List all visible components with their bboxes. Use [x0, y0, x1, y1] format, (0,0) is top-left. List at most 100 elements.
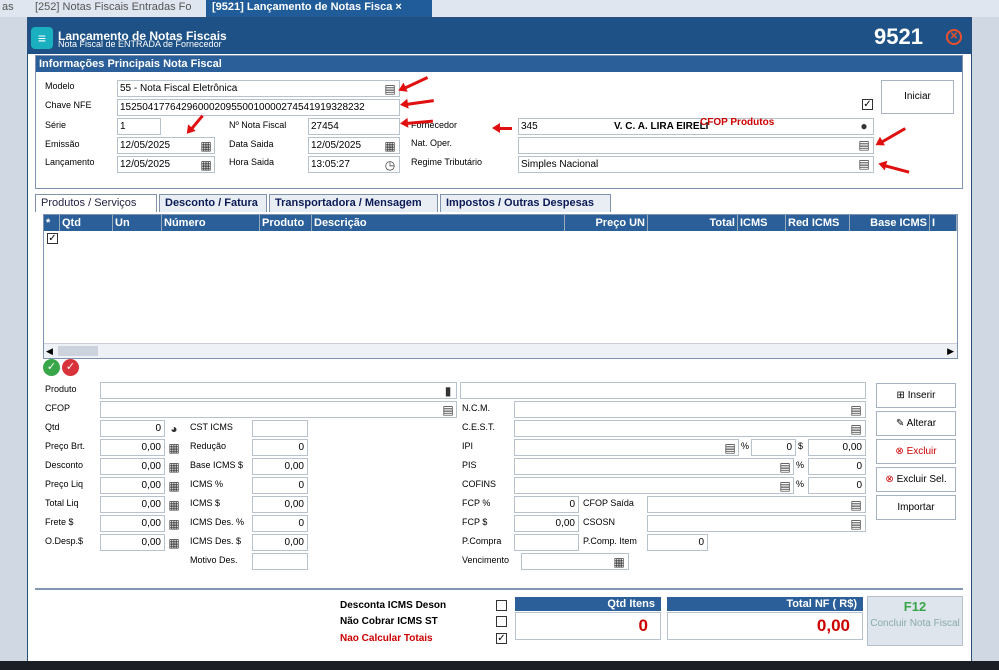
document-list-icon[interactable]: ▤ [857, 157, 871, 171]
icms-val-field[interactable]: 0,00 [252, 496, 308, 513]
qtd-field[interactable]: 0 [100, 420, 165, 437]
calculator-icon[interactable]: ▦ [167, 536, 181, 550]
p-compra-field[interactable] [514, 534, 579, 551]
icms-des-val-field[interactable]: 0,00 [252, 534, 308, 551]
serie-field[interactable]: 1 [117, 118, 161, 135]
col-descricao[interactable]: Descrição [312, 215, 565, 231]
tab-close-icon[interactable]: × [395, 1, 401, 13]
col-total[interactable]: Total [648, 215, 738, 231]
nat-oper-field[interactable] [518, 137, 874, 154]
pis-pct-field[interactable]: 0 [808, 458, 866, 475]
tab-lancamento[interactable]: [9521] Lançamento de Notas Fisca × [206, 0, 432, 17]
fcp-val-field[interactable]: 0,00 [514, 515, 579, 532]
preco-liq-field[interactable]: 0,00 [100, 477, 165, 494]
col-i[interactable]: I [930, 215, 957, 231]
frete-field[interactable]: 0,00 [100, 515, 165, 532]
preco-brt-field[interactable]: 0,00 [100, 439, 165, 456]
search-list-icon[interactable]: ▤ [849, 422, 863, 436]
calculator-icon[interactable]: ▦ [167, 498, 181, 512]
search-list-icon[interactable]: ▤ [441, 403, 455, 417]
ipi-val-field[interactable]: 0,00 [808, 439, 866, 456]
tab-notas-fiscais-entradas[interactable]: [252] Notas Fiscais Entradas Fo [29, 0, 198, 17]
scroll-thumb[interactable] [58, 346, 98, 356]
alterar-button[interactable]: ✎ Alterar [876, 411, 956, 436]
pie-chart-icon[interactable]: ◕ [167, 422, 181, 436]
col-produto[interactable]: Produto [260, 215, 312, 231]
scroll-left-icon[interactable]: ◀ [46, 346, 53, 357]
fornecedor-field[interactable]: 345 V. C. A. LIRA EIRELI [518, 118, 874, 135]
iniciar-button[interactable]: Iniciar [881, 80, 954, 114]
modelo-field[interactable]: 55 - Nota Fiscal Eletrônica [117, 80, 400, 97]
col-numero[interactable]: Número [162, 215, 260, 231]
search-list-icon[interactable]: ▤ [849, 403, 863, 417]
desconto-field[interactable]: 0,00 [100, 458, 165, 475]
col-un[interactable]: Un [113, 215, 162, 231]
confirm-icon[interactable]: ✓ [43, 359, 60, 376]
cfop-produtos-checkbox[interactable]: ✓ [862, 99, 873, 110]
cst-icms-field[interactable] [252, 420, 308, 437]
col-icms[interactable]: ICMS [738, 215, 786, 231]
regime-field[interactable]: Simples Nacional [518, 156, 874, 173]
calculator-icon[interactable]: ▦ [167, 517, 181, 531]
calendar-icon[interactable]: ▦ [199, 158, 213, 172]
produto-descricao-field[interactable] [460, 382, 866, 399]
col-star[interactable]: * [44, 215, 60, 231]
search-list-icon[interactable]: ▤ [849, 517, 863, 531]
desconta-icms-checkbox[interactable] [496, 600, 507, 611]
row-checkbox[interactable]: ✓ [47, 233, 58, 244]
produto-field[interactable] [100, 382, 457, 399]
chave-nfe-field[interactable]: 1525041776429600020955001000027454191932… [117, 99, 400, 116]
col-red-icms[interactable]: Red ICMS [786, 215, 850, 231]
tab-produtos-servicos[interactable]: Produtos / Serviços [35, 194, 157, 212]
total-liq-field[interactable]: 0,00 [100, 496, 165, 513]
calendar-icon[interactable]: ▦ [199, 139, 213, 153]
document-list-icon[interactable]: ▤ [383, 82, 397, 96]
cancel-icon[interactable]: ✓ [62, 359, 79, 376]
search-list-icon[interactable]: ▤ [857, 138, 871, 152]
scroll-right-icon[interactable]: ▶ [947, 346, 954, 357]
nao-calcular-checkbox[interactable]: ✓ [496, 633, 507, 644]
clock-icon[interactable]: ◷ [383, 158, 397, 172]
nao-cobrar-checkbox[interactable] [496, 616, 507, 627]
search-list-icon[interactable]: ▤ [778, 460, 792, 474]
importar-button[interactable]: Importar [876, 495, 956, 520]
fcp-pct-field[interactable]: 0 [514, 496, 579, 513]
ipi-field[interactable] [514, 439, 739, 456]
icms-pct-field[interactable]: 0 [252, 477, 308, 494]
search-list-icon[interactable]: ▤ [849, 498, 863, 512]
csosn-field[interactable] [647, 515, 866, 532]
col-qtd[interactable]: Qtd [60, 215, 113, 231]
tab-impostos-outras-despesas[interactable]: Impostos / Outras Despesas [440, 194, 611, 212]
barcode-icon[interactable]: ▮ [441, 384, 455, 398]
cest-field[interactable] [514, 420, 866, 437]
tab-previous[interactable]: as [0, 0, 20, 17]
inserir-button[interactable]: ⊞ Inserir [876, 383, 956, 408]
concluir-button[interactable]: F12 Concluir Nota Fiscal [867, 596, 963, 646]
excluir-sel-button[interactable]: ⊗ Excluir Sel. [876, 467, 956, 492]
cofins-field[interactable] [514, 477, 794, 494]
excluir-button[interactable]: ⊗ Excluir [876, 439, 956, 464]
cofins-pct-field[interactable]: 0 [808, 477, 866, 494]
odesp-field[interactable]: 0,00 [100, 534, 165, 551]
icms-des-pct-field[interactable]: 0 [252, 515, 308, 532]
numero-nota-field[interactable]: 27454 [308, 118, 400, 135]
ipi-pct-field[interactable]: 0 [751, 439, 796, 456]
reducao-field[interactable]: 0 [252, 439, 308, 456]
user-icon[interactable]: ● [857, 119, 871, 133]
calculator-icon[interactable]: ▦ [167, 441, 181, 455]
col-preco-un[interactable]: Preço UN [565, 215, 648, 231]
tab-transportadora-mensagem[interactable]: Transportadora / Mensagem [269, 194, 438, 212]
horizontal-scrollbar[interactable]: ◀ ▶ [44, 343, 957, 358]
ncm-field[interactable] [514, 401, 866, 418]
pis-field[interactable] [514, 458, 794, 475]
search-list-icon[interactable]: ▤ [723, 441, 737, 455]
cfop-saida-field[interactable] [647, 496, 866, 513]
tab-desconto-fatura[interactable]: Desconto / Fatura [159, 194, 267, 212]
search-list-icon[interactable]: ▤ [778, 479, 792, 493]
calculator-icon[interactable]: ▦ [167, 479, 181, 493]
base-icms-field[interactable]: 0,00 [252, 458, 308, 475]
col-base-icms[interactable]: Base ICMS [850, 215, 930, 231]
calculator-icon[interactable]: ▦ [167, 460, 181, 474]
calendar-icon[interactable]: ▦ [383, 139, 397, 153]
close-icon[interactable]: ✕ [946, 29, 962, 45]
